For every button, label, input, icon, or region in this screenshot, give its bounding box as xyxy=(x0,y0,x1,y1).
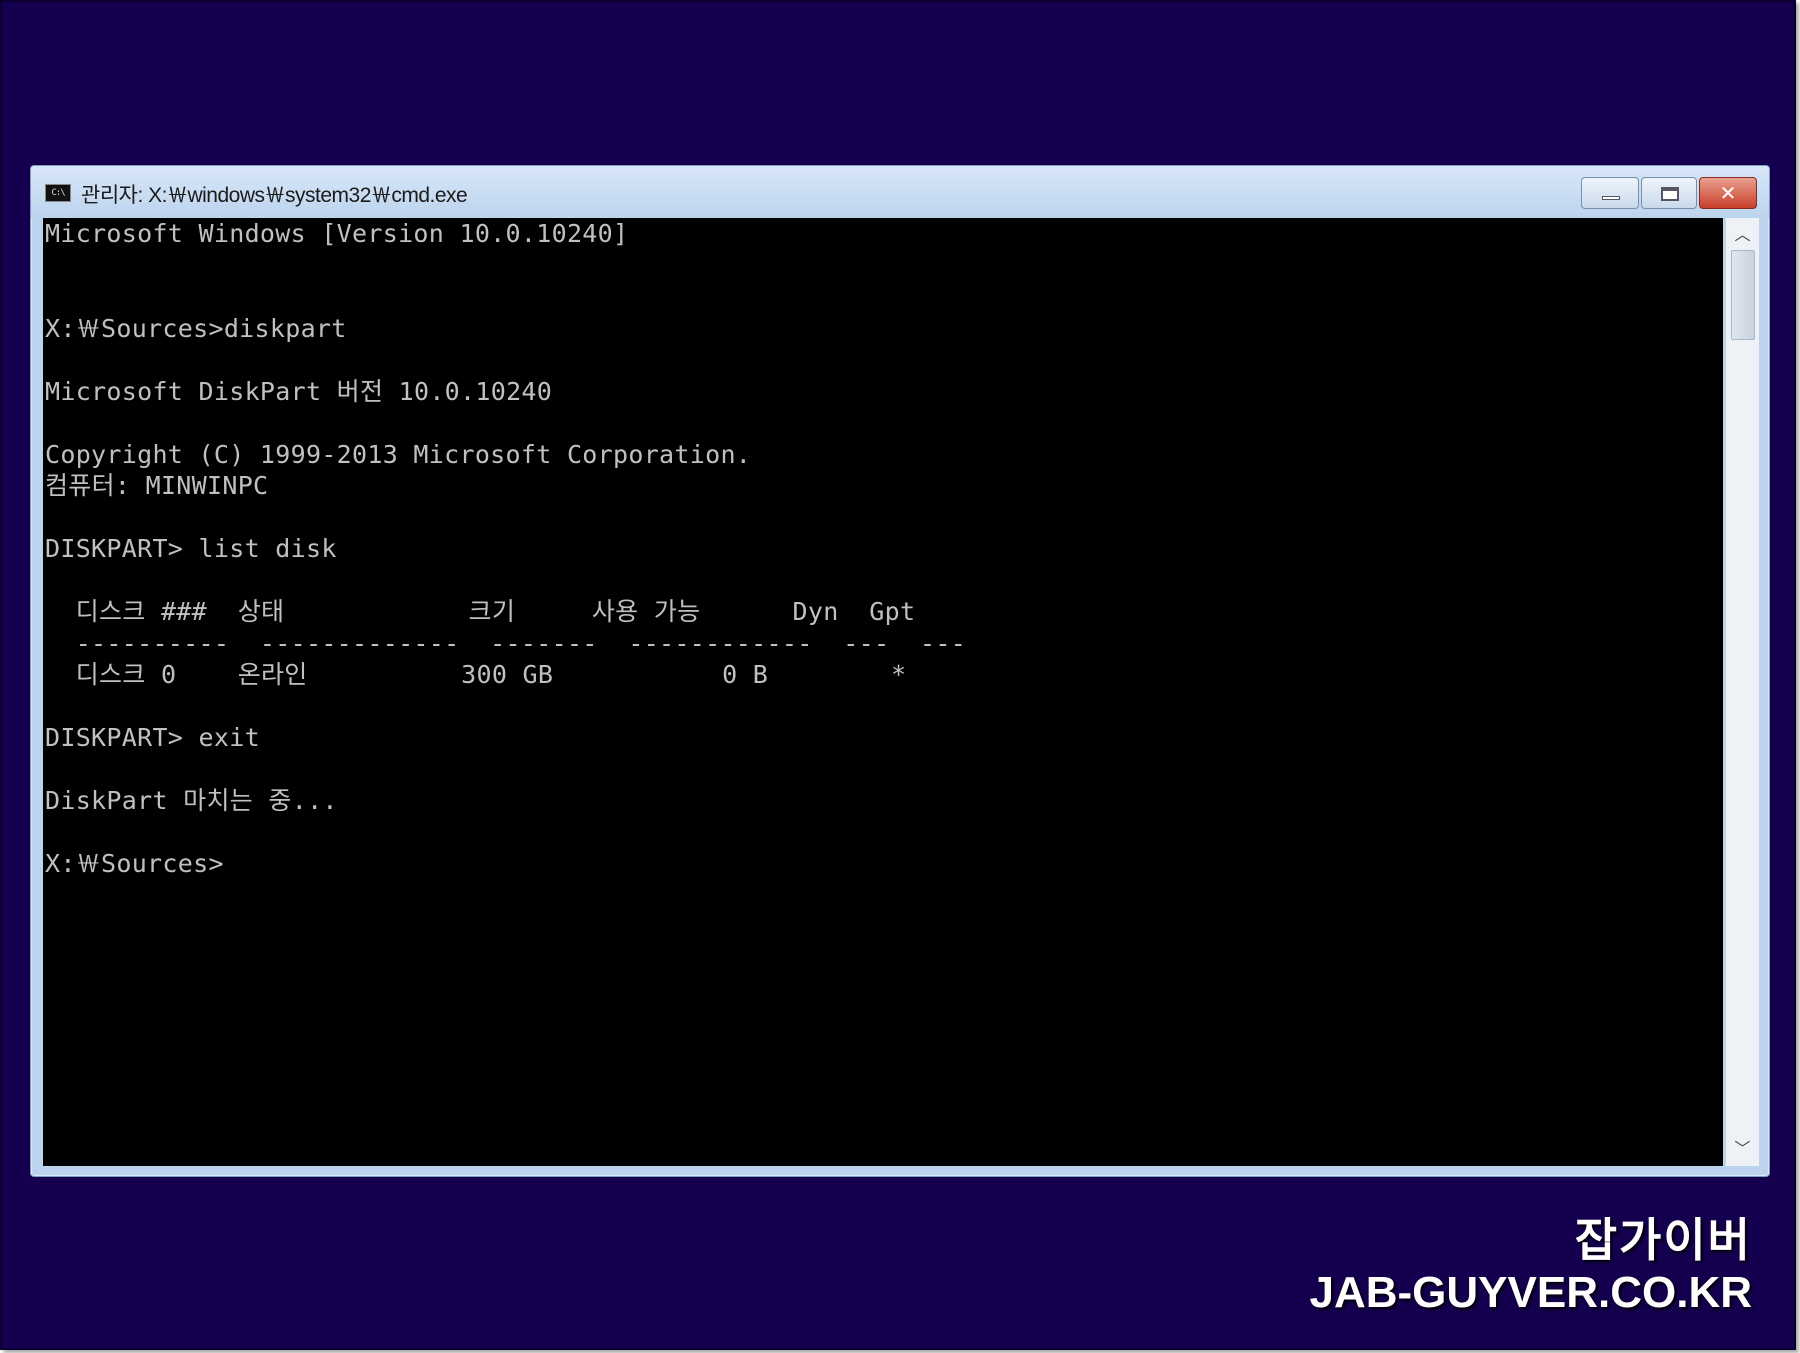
maximize-icon xyxy=(1661,187,1679,201)
desktop-background: C:\ 관리자: X:￦windows￦system32￦cmd.exe ✕ M… xyxy=(0,0,1796,1350)
watermark-korean: 잡가이버 xyxy=(1574,1213,1752,1267)
console-line: DISKPART> exit xyxy=(45,723,260,752)
console-line: X:￦Sources> xyxy=(45,849,224,878)
scroll-up-icon[interactable]: ︿ xyxy=(1726,222,1759,248)
console-line: X:￦Sources>diskpart xyxy=(45,313,347,343)
cmd-window[interactable]: C:\ 관리자: X:￦windows￦system32￦cmd.exe ✕ M… xyxy=(30,165,1770,1177)
title-bar[interactable]: C:\ 관리자: X:￦windows￦system32￦cmd.exe ✕ xyxy=(31,166,1769,218)
console-line: Copyright (C) 1999-2013 Microsoft Corpor… xyxy=(45,439,752,469)
console-line: 디스크 0 온라인 300 GB 0 B * xyxy=(45,660,907,689)
console-line: Microsoft DiskPart 버전 10.0.10240 xyxy=(45,376,553,406)
console-line: DiskPart 마치는 중... xyxy=(45,786,338,815)
close-icon: ✕ xyxy=(1719,181,1737,205)
console-line: Microsoft Windows [Version 10.0.10240] xyxy=(45,219,629,248)
minimize-icon xyxy=(1602,196,1620,200)
watermark-domain: JAB-GUYVER.CO.KR xyxy=(1309,1268,1753,1317)
console-line: 컴퓨터: MINWINPC xyxy=(45,471,269,500)
console-line: DISKPART> list disk xyxy=(45,534,337,563)
minimize-button[interactable] xyxy=(1581,177,1639,209)
cmd-icon[interactable]: C:\ xyxy=(45,184,71,202)
console-output[interactable]: Microsoft Windows [Version 10.0.10240] X… xyxy=(43,218,1723,1166)
scroll-thumb[interactable] xyxy=(1731,250,1755,340)
window-title: 관리자: X:￦windows￦system32￦cmd.exe xyxy=(81,184,468,207)
close-button[interactable]: ✕ xyxy=(1699,177,1757,209)
console-line: 디스크 ### 상태 크기 사용 가능 Dyn Gpt xyxy=(45,597,916,626)
maximize-button[interactable] xyxy=(1641,177,1697,209)
console-text: Microsoft Windows [Version 10.0.10240] X… xyxy=(45,218,966,880)
console-line: ---------- ------------- ------- -------… xyxy=(45,628,967,658)
scroll-down-icon[interactable]: ﹀ xyxy=(1726,1136,1759,1162)
vertical-scrollbar[interactable]: ︿ ﹀ xyxy=(1725,218,1759,1166)
